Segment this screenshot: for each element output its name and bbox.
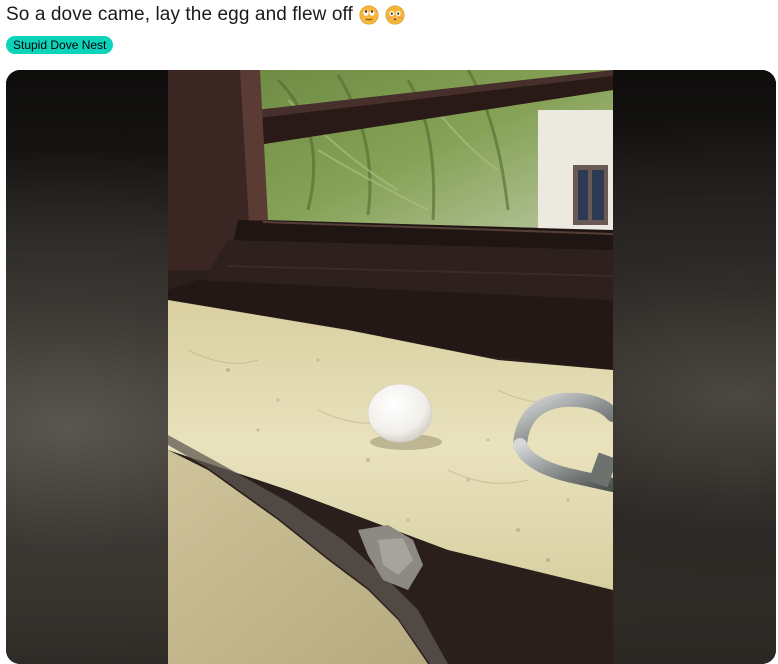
flushed-face-emoji-icon [385,5,405,25]
photo-illustration [168,70,613,664]
post-title[interactable]: So a dove came, lay the egg and flew off [6,4,353,26]
post-flair[interactable]: Stupid Dove Nest [6,36,114,54]
reddit-post: So a dove came, lay the egg and flew off… [0,0,778,664]
egg-on-window-sill-photo[interactable] [168,70,613,664]
post-media[interactable] [6,70,776,664]
post-title-row: So a dove came, lay the egg and flew off [6,2,405,28]
eyes-rolling-emoji-icon [359,5,379,25]
